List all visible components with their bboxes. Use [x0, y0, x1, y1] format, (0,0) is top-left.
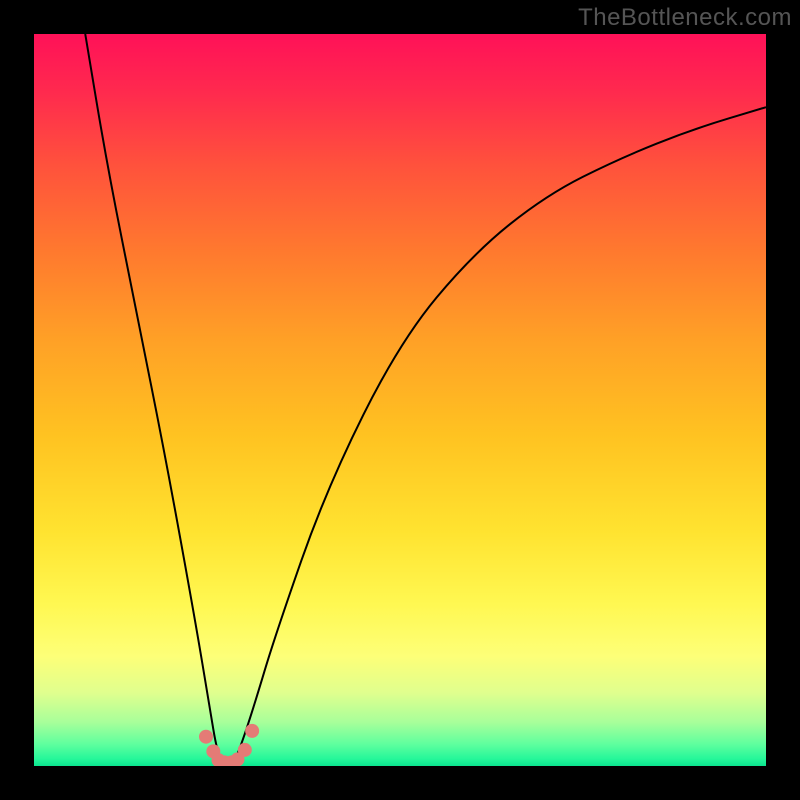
curve-layer [34, 34, 766, 766]
plot-area [34, 34, 766, 766]
watermark-text: TheBottleneck.com [578, 4, 792, 32]
trough-marker [238, 743, 252, 757]
chart-frame: TheBottleneck.com [0, 0, 800, 800]
bottleneck-curve-path [85, 34, 766, 766]
trough-markers [199, 724, 259, 766]
trough-marker [245, 724, 259, 738]
curve [85, 34, 766, 766]
trough-marker [199, 730, 213, 744]
